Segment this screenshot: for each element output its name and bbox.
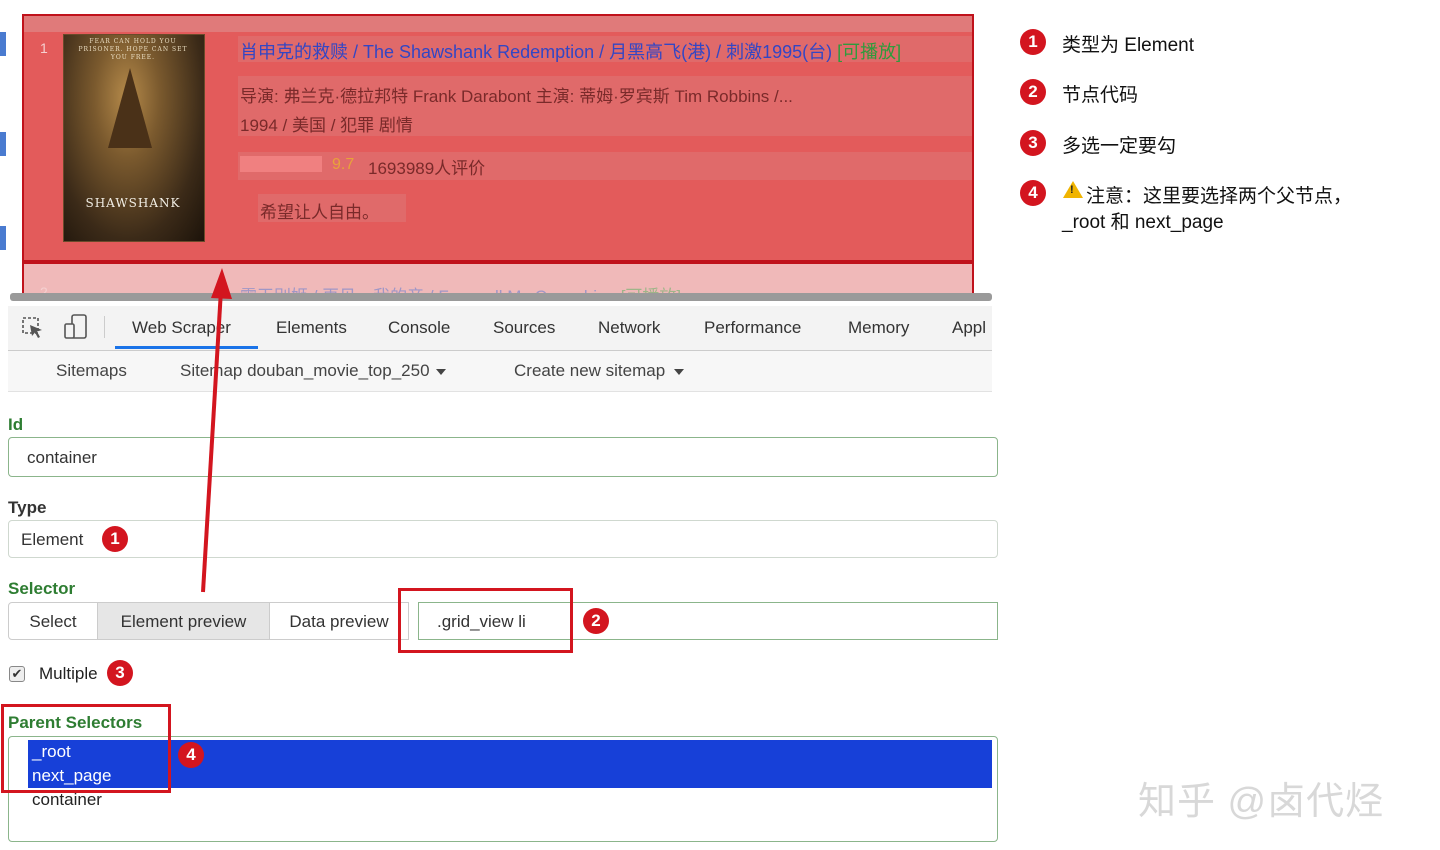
nav-sitemaps[interactable]: Sitemaps <box>56 361 127 381</box>
multiple-checkbox[interactable]: ✔ <box>9 666 25 682</box>
selector-label: Selector <box>8 579 76 598</box>
inspect-element-icon[interactable] <box>22 317 44 339</box>
warning-icon-mark: ! <box>1070 184 1074 196</box>
tab-performance[interactable]: Performance <box>704 318 801 338</box>
device-toolbar-icon[interactable] <box>64 314 88 340</box>
id-label: Id <box>8 415 24 434</box>
nav-sitemap-label: Sitemap douban_movie_top_250 <box>180 361 430 380</box>
tab-network[interactable]: Network <box>598 318 660 338</box>
id-input[interactable]: container <box>8 437 998 477</box>
chevron-down-icon <box>435 368 446 375</box>
tab-elements[interactable]: Elements <box>276 318 347 338</box>
note-badge-1: 1 <box>1020 29 1046 55</box>
active-tab-indicator <box>115 346 258 349</box>
parent-highlight-box <box>1 704 171 793</box>
horizontal-scrollbar[interactable] <box>10 293 992 301</box>
tab-application[interactable]: Appl <box>952 318 986 338</box>
select-button[interactable]: Select <box>8 602 98 640</box>
watermark: 知乎 @卤代烃 <box>1138 781 1385 823</box>
tab-memory[interactable]: Memory <box>848 318 909 338</box>
edge-marker <box>0 32 13 56</box>
type-select[interactable]: Element <box>8 520 998 558</box>
note-4: 注意：这里要选择两个父节点， <box>1086 186 1353 207</box>
movie-rank: 1 <box>40 40 48 56</box>
movie-quote: 希望让人自由。 <box>260 203 379 222</box>
element-preview-button[interactable]: Element preview <box>97 602 270 640</box>
rating-stars <box>240 156 322 172</box>
poster-tagline: FEAR CAN HOLD YOU PRISONER. HOPE CAN SET… <box>78 38 188 61</box>
movie-title-alt[interactable]: / 月黑高飞(港) / 刺激1995(台) <box>599 42 837 62</box>
data-preview-button[interactable]: Data preview <box>269 602 409 640</box>
edge-marker <box>0 226 13 250</box>
movie-title-en[interactable]: / The Shawshank Redemption <box>348 42 599 62</box>
parent-option-container[interactable]: container <box>32 790 102 810</box>
badge-3: 3 <box>107 660 133 686</box>
edge-marker <box>0 132 13 156</box>
note-2: 节点代码 <box>1062 85 1139 106</box>
type-label: Type <box>8 498 47 517</box>
tab-sources[interactable]: Sources <box>493 318 555 338</box>
nav-create-sitemap[interactable]: Create new sitemap <box>514 361 685 381</box>
selected-options-highlight <box>28 740 992 788</box>
nav-create-label: Create new sitemap <box>514 361 666 380</box>
selector-highlight-box <box>398 588 573 653</box>
badge-4: 4 <box>178 742 204 768</box>
movie-title-link[interactable]: 肖申克的救赎 / The Shawshank Redemption / 月黑高飞… <box>240 38 901 64</box>
note-badge-4: 4 <box>1020 180 1046 206</box>
nav-sitemap-dropdown[interactable]: Sitemap douban_movie_top_250 <box>180 361 446 381</box>
rating-score: 9.7 <box>332 156 355 173</box>
vote-count: 1693989人评价 <box>368 159 486 178</box>
page-left-edge <box>0 0 8 300</box>
tab-web-scraper[interactable]: Web Scraper <box>132 318 231 338</box>
playable-badge[interactable]: [可播放] <box>837 42 901 62</box>
webscraper-nav <box>8 351 992 392</box>
movie-credits: 导演: 弗兰克·德拉邦特 Frank Darabont 主演: 蒂姆·罗宾斯 T… <box>240 87 793 106</box>
note-badge-2: 2 <box>1020 79 1046 105</box>
movie-info: 1994 / 美国 / 犯罪 剧情 <box>240 116 413 135</box>
badge-2: 2 <box>583 608 609 634</box>
note-4-cont: _root 和 next_page <box>1062 212 1224 233</box>
poster-figure <box>108 68 152 148</box>
note-badge-3: 3 <box>1020 130 1046 156</box>
movie-title-cn[interactable]: 肖申克的救赎 <box>240 42 348 62</box>
multiple-label: Multiple <box>39 664 98 683</box>
toolbar-divider <box>104 316 105 338</box>
badge-1: 1 <box>102 526 128 552</box>
note-3: 多选一定要勾 <box>1062 136 1177 157</box>
tab-console[interactable]: Console <box>388 318 450 338</box>
chevron-down-icon <box>674 368 685 375</box>
poster-title: SHAWSHANK <box>85 196 181 210</box>
note-1: 类型为 Element <box>1062 35 1194 56</box>
